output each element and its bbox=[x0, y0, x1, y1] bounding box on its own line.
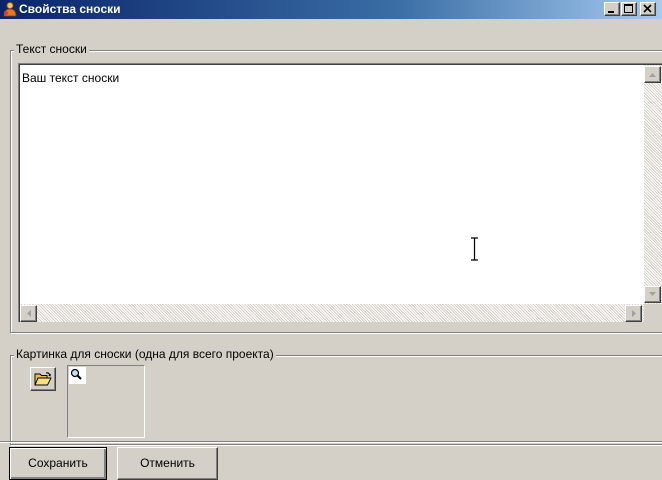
save-button[interactable]: Сохранить bbox=[9, 447, 107, 480]
close-button[interactable] bbox=[640, 2, 656, 16]
minimize-icon bbox=[608, 11, 614, 13]
memo-horizontal-scrollbar[interactable] bbox=[20, 304, 644, 322]
picture-preview[interactable] bbox=[67, 365, 145, 438]
magnifier-icon bbox=[70, 368, 82, 380]
arrow-left-icon bbox=[27, 310, 31, 317]
scroll-left-button[interactable] bbox=[20, 305, 37, 322]
ibeam-cursor-icon bbox=[471, 237, 478, 261]
scroll-right-button[interactable] bbox=[625, 305, 642, 322]
open-picture-button[interactable] bbox=[30, 367, 56, 391]
minimize-button[interactable] bbox=[604, 2, 620, 16]
window-title: Свойства сноски bbox=[19, 2, 121, 16]
bottom-separator bbox=[0, 441, 662, 443]
scroll-down-button[interactable] bbox=[644, 286, 661, 303]
close-icon bbox=[643, 4, 652, 13]
memo-vertical-scrollbar[interactable] bbox=[644, 65, 662, 304]
footnote-text-value[interactable]: Ваш текст сноски bbox=[22, 71, 119, 85]
arrow-right-icon bbox=[632, 310, 636, 317]
footnote-text-memo[interactable]: Ваш текст сноски bbox=[18, 63, 662, 322]
folder-open-icon bbox=[34, 372, 52, 386]
cancel-button[interactable]: Отменить bbox=[117, 447, 218, 480]
picture-thumbnail bbox=[69, 367, 86, 384]
maximize-button[interactable] bbox=[621, 2, 637, 16]
picture-legend: Картинка для сноски (одна для всего прое… bbox=[14, 347, 276, 361]
arrow-down-icon bbox=[649, 292, 656, 296]
maximize-icon bbox=[624, 4, 633, 13]
arrow-up-icon bbox=[649, 73, 656, 77]
app-person-icon bbox=[3, 2, 17, 17]
footnote-text-legend: Текст сноски bbox=[14, 42, 89, 56]
title-bar[interactable]: Свойства сноски bbox=[0, 0, 662, 19]
scrollbar-corner bbox=[644, 304, 662, 322]
scroll-up-button[interactable] bbox=[644, 66, 661, 83]
